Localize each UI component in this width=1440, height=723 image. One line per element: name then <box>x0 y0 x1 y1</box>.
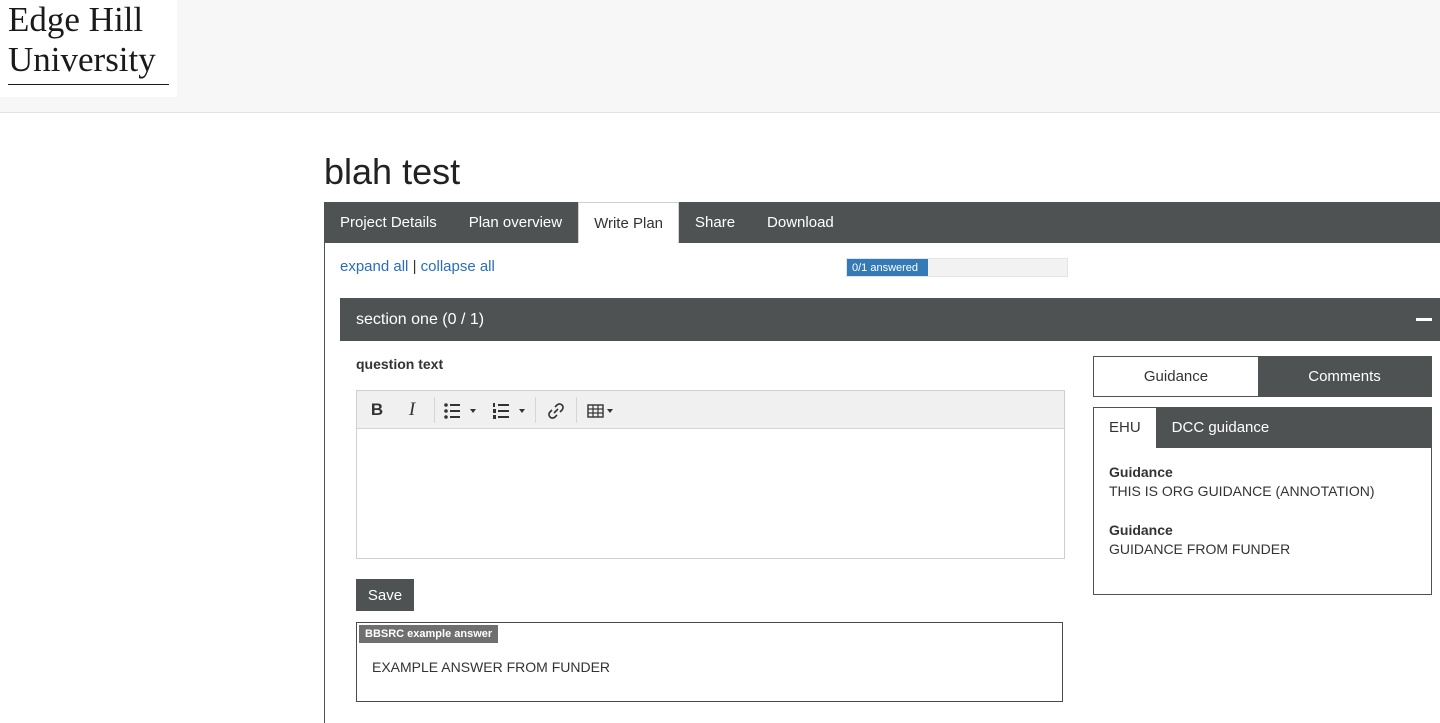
toolbar-separator <box>576 397 577 423</box>
content-left-border <box>324 243 325 723</box>
guidance-panel: EHU DCC guidance Guidance THIS IS ORG GU… <box>1093 407 1432 595</box>
guidance-entry: Guidance THIS IS ORG GUIDANCE (ANNOTATIO… <box>1109 463 1375 501</box>
tab-dcc-guidance[interactable]: DCC guidance <box>1156 408 1286 448</box>
toolbar-separator <box>434 397 435 423</box>
expand-collapse-controls: expand all | collapse all <box>340 258 495 275</box>
question-text: question text <box>356 356 444 372</box>
guidance-comments-toggle: Guidance Comments <box>1093 356 1432 397</box>
collapse-icon[interactable] <box>1416 318 1432 321</box>
edge-hill-logo[interactable]: Edge Hill University <box>0 0 177 97</box>
tab-download[interactable]: Download <box>751 202 850 243</box>
tab-write-plan[interactable]: Write Plan <box>578 202 680 243</box>
logo-underline <box>8 84 169 85</box>
example-answer-badge: BBSRC example answer <box>359 625 499 643</box>
table-icon[interactable] <box>585 391 621 428</box>
editor-toolbar: B I <box>357 391 1064 429</box>
site-header: Edge Hill University <box>0 0 1440 113</box>
logo-line-2: University <box>8 40 156 79</box>
guidance-tabs: EHU DCC guidance <box>1094 408 1431 448</box>
tab-guidance[interactable]: Guidance <box>1094 357 1258 396</box>
guidance-entry: Guidance GUIDANCE FROM FUNDER <box>1109 521 1290 559</box>
bullet-list-icon[interactable] <box>442 391 482 428</box>
answer-editor: B I <box>356 390 1065 559</box>
collapse-all-link[interactable]: collapse all <box>421 258 495 275</box>
tab-plan-overview[interactable]: Plan overview <box>453 202 578 243</box>
italic-icon[interactable]: I <box>401 391 423 428</box>
section-header[interactable]: section one (0 / 1) <box>340 298 1440 341</box>
numbered-list-icon[interactable] <box>491 391 531 428</box>
guidance-heading: Guidance <box>1109 464 1173 480</box>
tab-share[interactable]: Share <box>679 202 751 243</box>
guidance-text: GUIDANCE FROM FUNDER <box>1109 541 1291 557</box>
plan-tabs: Project Details Plan overview Write Plan… <box>324 202 1440 243</box>
guidance-text: THIS IS ORG GUIDANCE (ANNOTATION) <box>1109 483 1375 499</box>
toolbar-separator <box>535 397 536 423</box>
tab-comments[interactable]: Comments <box>1258 357 1431 396</box>
answer-textarea[interactable] <box>357 429 1064 559</box>
bold-icon[interactable]: B <box>366 391 388 428</box>
logo-line-1: Edge Hill <box>8 0 144 39</box>
example-answer-box: BBSRC example answer EXAMPLE ANSWER FROM… <box>356 622 1063 702</box>
guidance-heading: Guidance <box>1109 522 1173 538</box>
expand-all-link[interactable]: expand all <box>340 258 408 275</box>
link-icon[interactable] <box>543 391 569 428</box>
tab-project-details[interactable]: Project Details <box>324 202 453 243</box>
section-title: section one (0 / 1) <box>356 311 485 328</box>
progress-label: 0/1 answered <box>852 262 919 274</box>
plan-title: blah test <box>324 151 461 192</box>
tab-ehu[interactable]: EHU <box>1094 408 1156 448</box>
link-separator: | <box>412 258 417 275</box>
example-answer-text: EXAMPLE ANSWER FROM FUNDER <box>372 659 611 675</box>
save-button[interactable]: Save <box>356 579 414 611</box>
answered-progress-bar: 0/1 answered <box>846 258 1068 277</box>
